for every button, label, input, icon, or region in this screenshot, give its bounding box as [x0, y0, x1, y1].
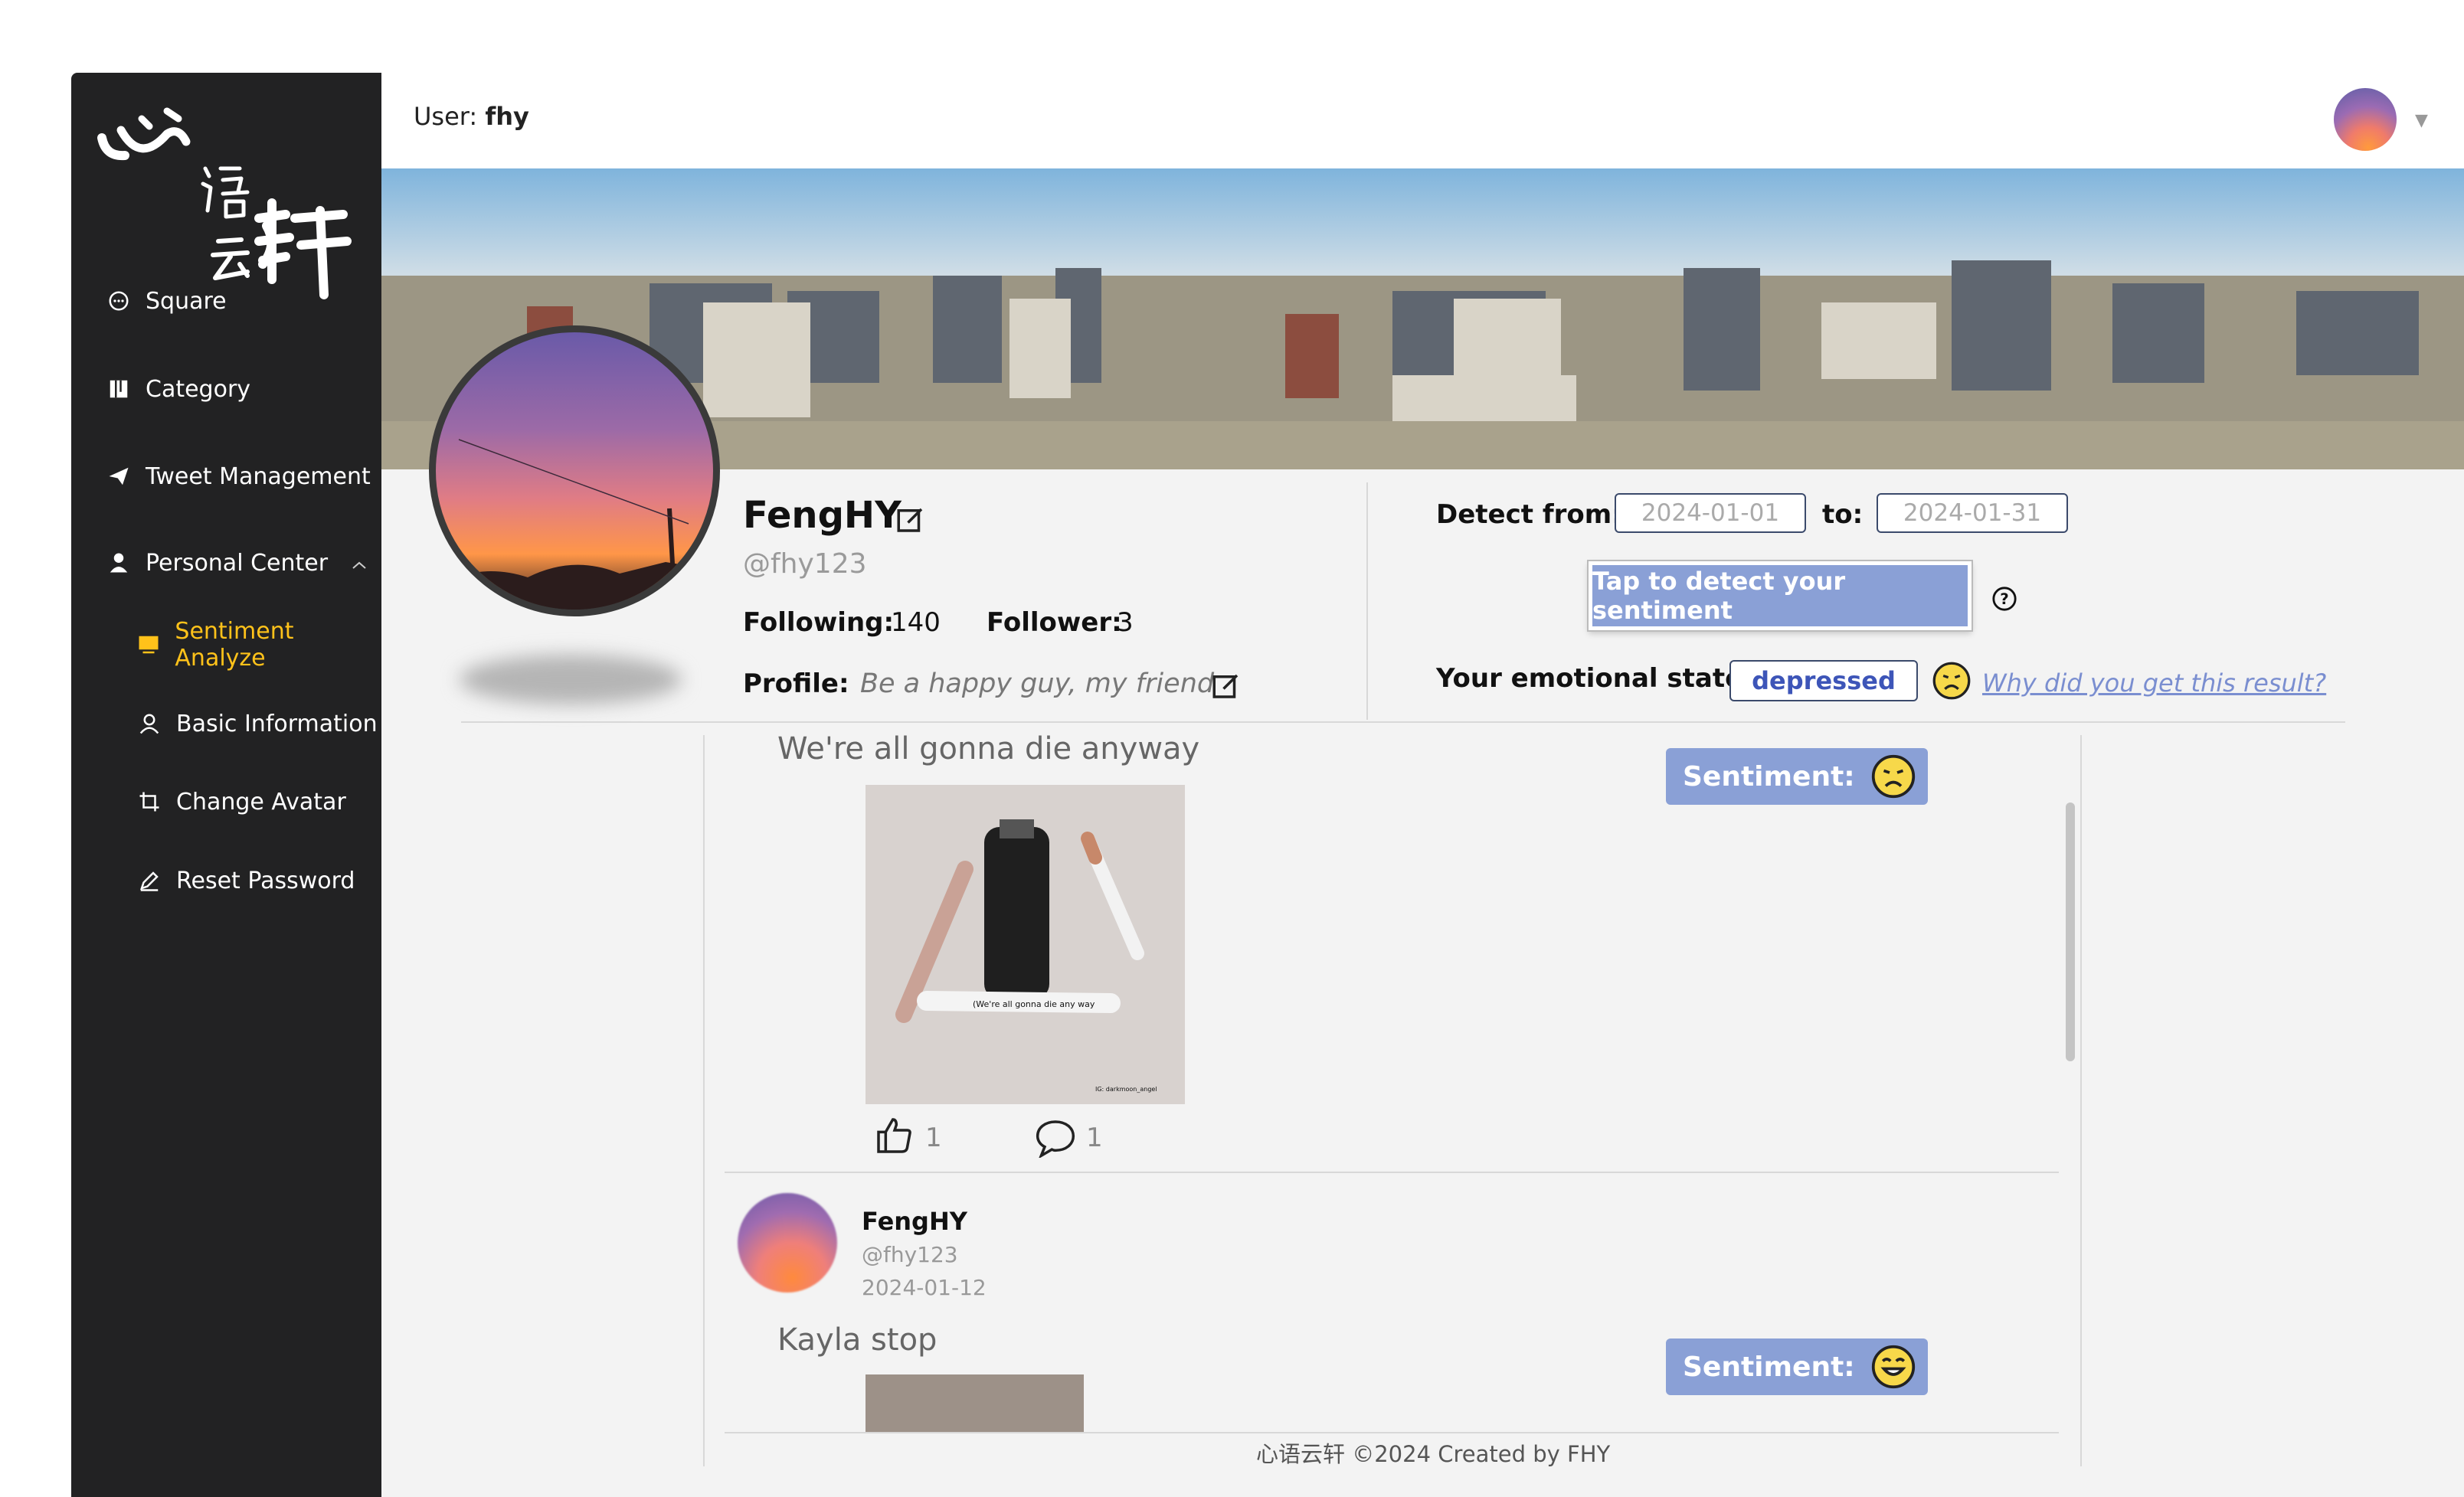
- vertical-divider: [1366, 482, 1368, 720]
- post-date: 2024-01-12: [862, 1275, 987, 1300]
- sidebar-item-label: Square: [146, 287, 227, 315]
- grin-face-icon: [1871, 1345, 1915, 1389]
- sentiment-label: Sentiment:: [1683, 760, 1855, 793]
- content-area: [381, 469, 2464, 1497]
- profile-bio: Be a happy guy, my friend: [860, 668, 1215, 699]
- lighter-cigarettes-image: (We're all gonna die any way IG: darkmoo…: [895, 819, 1157, 1093]
- crop-icon: [136, 789, 162, 815]
- current-user-name: fhy: [485, 102, 529, 131]
- sidebar-item-reset-password[interactable]: Reset Password: [71, 846, 381, 915]
- sidebar-item-label: Tweet Management: [146, 463, 371, 490]
- current-user-label: User: fhy: [414, 102, 529, 131]
- profile-handle: @fhy123: [743, 548, 867, 580]
- feed-left-border: [703, 735, 705, 1466]
- post-author-avatar[interactable]: [738, 1193, 837, 1293]
- header-avatar[interactable]: [2334, 88, 2397, 151]
- sidebar-item-square[interactable]: Square: [71, 266, 381, 335]
- comment-count: 1: [1086, 1123, 1103, 1153]
- feed-scrollbar[interactable]: [2066, 802, 2075, 1061]
- post-text: We're all gonna die anyway: [777, 731, 1200, 766]
- post-image[interactable]: [866, 1374, 1084, 1432]
- sidebar-item-category[interactable]: Category: [71, 355, 381, 423]
- sidebar-item-label: Personal Center: [146, 549, 329, 577]
- help-icon[interactable]: ?: [1991, 586, 2017, 615]
- user-icon: [106, 550, 132, 576]
- post-author-name[interactable]: FengHY: [862, 1207, 967, 1236]
- svg-text:?: ?: [2000, 590, 2009, 608]
- follower-count[interactable]: 3: [1117, 607, 1134, 638]
- detect-to-label: to:: [1822, 499, 1864, 530]
- post-image[interactable]: (We're all gonna die any way IG: darkmoo…: [866, 785, 1185, 1104]
- profile-name: FengHY: [743, 494, 902, 537]
- sidebar-item-basic-information[interactable]: Basic Information: [71, 689, 381, 758]
- chat-bubble-icon: [106, 288, 132, 314]
- date-to-input[interactable]: 2024-01-31: [1877, 493, 2068, 533]
- profile-avatar[interactable]: [429, 325, 720, 616]
- caret-down-icon[interactable]: ▼: [2415, 111, 2428, 130]
- sentiment-badge: Sentiment:: [1666, 748, 1928, 805]
- sad-face-icon: [1871, 754, 1915, 799]
- detect-from-label: Detect from:: [1436, 499, 1622, 530]
- comment-icon[interactable]: [1034, 1118, 1077, 1161]
- sidebar: Square Category Tweet Management Persona…: [71, 73, 381, 1497]
- date-from-input[interactable]: 2024-01-01: [1615, 493, 1806, 533]
- why-result-link[interactable]: Why did you get this result?: [1982, 668, 2326, 698]
- user-outline-icon: [136, 711, 162, 737]
- like-count: 1: [925, 1123, 942, 1153]
- image-caption: (We're all gonna die any way: [973, 999, 1095, 1009]
- sidebar-item-change-avatar[interactable]: Change Avatar: [71, 767, 381, 836]
- image-credit: IG: darkmoon_angel: [1095, 1086, 1157, 1093]
- follower-label: Follower:: [987, 607, 1122, 638]
- sidebar-item-tweet-management[interactable]: Tweet Management: [71, 442, 381, 511]
- sad-face-icon: [1932, 661, 1972, 704]
- book-icon: [106, 376, 132, 402]
- sidebar-item-label: Reset Password: [176, 867, 355, 894]
- detect-sentiment-button[interactable]: Tap to detect your sentiment: [1587, 560, 1973, 632]
- sidebar-item-label: Change Avatar: [176, 788, 346, 816]
- sidebar-item-personal-center[interactable]: Personal Center: [71, 528, 381, 597]
- send-icon: [106, 463, 132, 489]
- profile-label: Profile:: [743, 668, 849, 699]
- sentiment-badge: Sentiment:: [1666, 1338, 1928, 1395]
- horizontal-divider: [461, 721, 2345, 723]
- footer-divider: [725, 1432, 2059, 1433]
- sidebar-item-sentiment-analyze[interactable]: Sentiment Analyze: [71, 610, 381, 679]
- following-label: Following:: [743, 607, 895, 638]
- post-text: Kayla stop: [777, 1322, 937, 1358]
- emotional-state-value: depressed: [1729, 660, 1918, 701]
- like-icon[interactable]: [873, 1114, 916, 1160]
- following-count[interactable]: 140: [891, 607, 941, 638]
- chevron-up-icon: [351, 550, 368, 577]
- avatar-shadow: [460, 655, 682, 704]
- feed-right-border: [2080, 735, 2082, 1466]
- sidebar-item-label: Sentiment Analyze: [175, 618, 294, 672]
- edit-name-icon[interactable]: [895, 504, 927, 539]
- sidebar-item-label: Basic Information: [176, 710, 378, 737]
- post-divider: [725, 1172, 2059, 1173]
- sidebar-item-label: Category: [146, 375, 251, 403]
- edit-profile-icon[interactable]: [1210, 670, 1242, 705]
- monitor-icon: [136, 632, 161, 658]
- pen-icon: [136, 868, 162, 894]
- emotional-state-label: Your emotional state:: [1436, 663, 1753, 694]
- sentiment-label: Sentiment:: [1683, 1351, 1855, 1383]
- sunset-avatar-image: [436, 439, 713, 610]
- footer-text: 心语云轩 ©2024 Created by FHY: [1256, 1441, 1611, 1467]
- post-author-handle: @fhy123: [862, 1242, 958, 1267]
- top-header: User: fhy ▼: [381, 73, 2464, 170]
